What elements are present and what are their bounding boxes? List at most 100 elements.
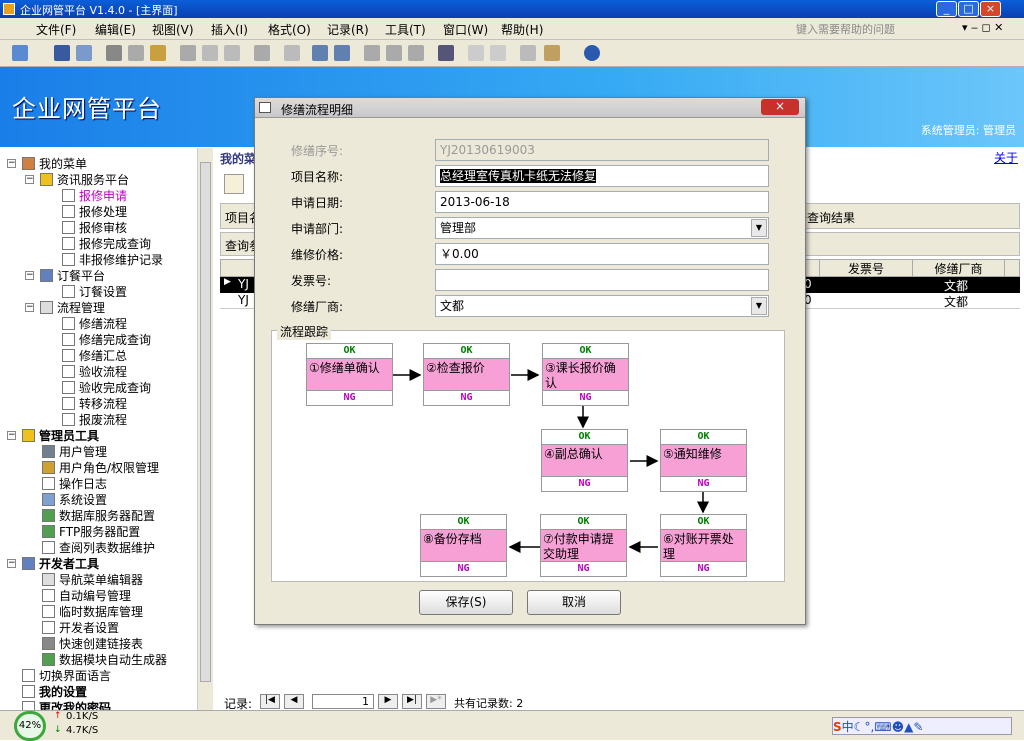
tree-expander[interactable]: − bbox=[25, 303, 34, 312]
next-record-button[interactable]: ▶ bbox=[378, 694, 398, 709]
flow-step[interactable]: OK ①修缮单确认 NG bbox=[306, 343, 393, 406]
col-invoice[interactable]: 发票号 bbox=[819, 260, 912, 276]
tree-item[interactable]: 切换界面语言 bbox=[22, 668, 111, 684]
step-ng[interactable]: NG bbox=[542, 477, 627, 491]
close-button[interactable]: × bbox=[980, 1, 1001, 17]
tree-item[interactable]: 报修处理 bbox=[62, 204, 127, 220]
new-record-icon[interactable] bbox=[468, 45, 484, 61]
punctuation-icon[interactable]: °, bbox=[864, 720, 874, 734]
flow-step[interactable]: OK ②检查报价 NG bbox=[423, 343, 510, 406]
current-record-input[interactable]: 1 bbox=[312, 694, 374, 709]
paste-icon[interactable] bbox=[224, 45, 240, 61]
menu-file[interactable]: 文件(F) bbox=[36, 21, 76, 38]
tree-item[interactable]: 流程管理 bbox=[40, 300, 105, 316]
new-record-nav-button[interactable]: ▶* bbox=[426, 694, 446, 709]
cut-icon[interactable] bbox=[180, 45, 196, 61]
tree-item[interactable]: 非报修维护记录 bbox=[62, 252, 163, 268]
tree-expander[interactable]: − bbox=[25, 271, 34, 280]
shirt-icon[interactable]: ▲ bbox=[904, 720, 913, 734]
tree-item[interactable]: 修缮流程 bbox=[62, 316, 127, 332]
dialog-close-button[interactable]: × bbox=[761, 99, 799, 115]
tree-item[interactable]: FTP服务器配置 bbox=[42, 524, 140, 540]
tree-item[interactable]: 管理员工具 bbox=[22, 428, 99, 444]
filter-form-icon[interactable] bbox=[386, 45, 402, 61]
tree-expander[interactable]: − bbox=[25, 175, 34, 184]
flow-step[interactable]: OK ③课长报价确认 NG bbox=[542, 343, 629, 406]
tree-item[interactable]: 报修申请 bbox=[62, 188, 127, 204]
wrench-icon[interactable]: ✎ bbox=[913, 720, 923, 734]
field-input[interactable]: YJ20130619003 bbox=[435, 139, 769, 161]
ime-lang-icon[interactable]: 中 bbox=[842, 720, 854, 734]
hyperlink-icon[interactable] bbox=[284, 45, 300, 61]
new-record-button[interactable] bbox=[224, 174, 244, 194]
print-icon[interactable] bbox=[106, 45, 122, 61]
tree-item[interactable]: 报废流程 bbox=[62, 412, 127, 428]
field-input[interactable]: ￥0.00 bbox=[435, 243, 769, 265]
menu-window[interactable]: 窗口(W) bbox=[443, 21, 488, 38]
chevron-down-icon[interactable]: ▼ bbox=[751, 297, 767, 315]
find-icon[interactable] bbox=[438, 45, 454, 61]
field-input[interactable]: 文都 ▼ bbox=[435, 295, 769, 317]
step-ok[interactable]: OK bbox=[661, 515, 746, 529]
flow-step[interactable]: OK ⑥对账开票处理 NG bbox=[660, 514, 747, 577]
save-button[interactable]: 保存(S) bbox=[419, 590, 513, 615]
scrollbar-thumb[interactable] bbox=[200, 162, 211, 682]
tree-item[interactable]: 操作日志 bbox=[42, 476, 107, 492]
field-input[interactable] bbox=[435, 269, 769, 291]
save-icon[interactable] bbox=[54, 45, 70, 61]
tree-item[interactable]: 自动编号管理 bbox=[42, 588, 131, 604]
tree-item[interactable]: 我的设置 bbox=[22, 684, 87, 700]
tree-item[interactable]: 订餐设置 bbox=[62, 284, 127, 300]
tree-item[interactable]: 订餐平台 bbox=[40, 268, 105, 284]
chevron-down-icon[interactable]: ▾ ‒ ◻ ✕ bbox=[962, 21, 1003, 34]
step-ng[interactable]: NG bbox=[661, 477, 746, 491]
tree-expander[interactable]: − bbox=[7, 159, 16, 168]
tree-item[interactable]: 资讯服务平台 bbox=[40, 172, 129, 188]
menu-insert[interactable]: 插入(I) bbox=[211, 21, 248, 38]
step-ng[interactable]: NG bbox=[424, 391, 509, 405]
search-icon[interactable] bbox=[76, 45, 92, 61]
tree-item[interactable]: 系统设置 bbox=[42, 492, 107, 508]
filter-selection-icon[interactable] bbox=[364, 45, 380, 61]
cancel-button[interactable]: 取消 bbox=[527, 590, 621, 615]
help-icon[interactable] bbox=[584, 45, 600, 61]
tree-item[interactable]: 修缮汇总 bbox=[62, 348, 127, 364]
step-ok[interactable]: OK bbox=[541, 515, 626, 529]
tree-expander[interactable]: − bbox=[7, 559, 16, 568]
design-view-icon[interactable] bbox=[12, 45, 28, 61]
tree-item[interactable]: 开发者设置 bbox=[42, 620, 119, 636]
step-ok[interactable]: OK bbox=[543, 344, 628, 358]
step-ng[interactable]: NG bbox=[421, 562, 506, 576]
col-vendor[interactable]: 修缮厂商 bbox=[912, 260, 1005, 276]
moon-icon[interactable]: ☾ bbox=[854, 720, 865, 734]
tree-item[interactable]: 验收完成查询 bbox=[62, 380, 151, 396]
undo-icon[interactable] bbox=[254, 45, 270, 61]
flow-step[interactable]: OK ⑤通知维修 NG bbox=[660, 429, 747, 492]
tree-item[interactable]: 开发者工具 bbox=[22, 556, 99, 572]
step-ng[interactable]: NG bbox=[541, 562, 626, 576]
keyboard-icon[interactable]: ⌨ bbox=[874, 720, 891, 734]
tree-item[interactable]: 验收流程 bbox=[62, 364, 127, 380]
step-ng[interactable]: NG bbox=[307, 391, 392, 405]
tree-item[interactable]: 临时数据库管理 bbox=[42, 604, 143, 620]
maximize-button[interactable]: □ bbox=[958, 1, 979, 17]
tree-expander[interactable]: − bbox=[7, 431, 16, 440]
sort-ascending-icon[interactable] bbox=[312, 45, 328, 61]
step-ok[interactable]: OK bbox=[542, 430, 627, 444]
chevron-down-icon[interactable]: ▼ bbox=[751, 219, 767, 237]
new-object-icon[interactable] bbox=[544, 45, 560, 61]
flow-step[interactable]: OK ⑧备份存档 NG bbox=[420, 514, 507, 577]
tree-item[interactable]: 修缮完成查询 bbox=[62, 332, 151, 348]
flow-step[interactable]: OK ⑦付款申请提交助理 NG bbox=[540, 514, 627, 577]
tree-item[interactable]: 用户角色/权限管理 bbox=[42, 460, 159, 476]
filter-apply-icon[interactable] bbox=[408, 45, 424, 61]
first-record-button[interactable]: |◀ bbox=[260, 694, 280, 709]
field-input[interactable]: 2013-06-18 bbox=[435, 191, 769, 213]
step-ok[interactable]: OK bbox=[307, 344, 392, 358]
step-ng[interactable]: NG bbox=[661, 562, 746, 576]
user-icon[interactable]: ☻ bbox=[892, 720, 905, 734]
menu-format[interactable]: 格式(O) bbox=[268, 21, 311, 38]
tree-item[interactable]: 报修完成查询 bbox=[62, 236, 151, 252]
about-link[interactable]: 关于 bbox=[994, 149, 1018, 166]
field-input[interactable]: 总经理室传真机卡纸无法修复 bbox=[435, 165, 769, 187]
